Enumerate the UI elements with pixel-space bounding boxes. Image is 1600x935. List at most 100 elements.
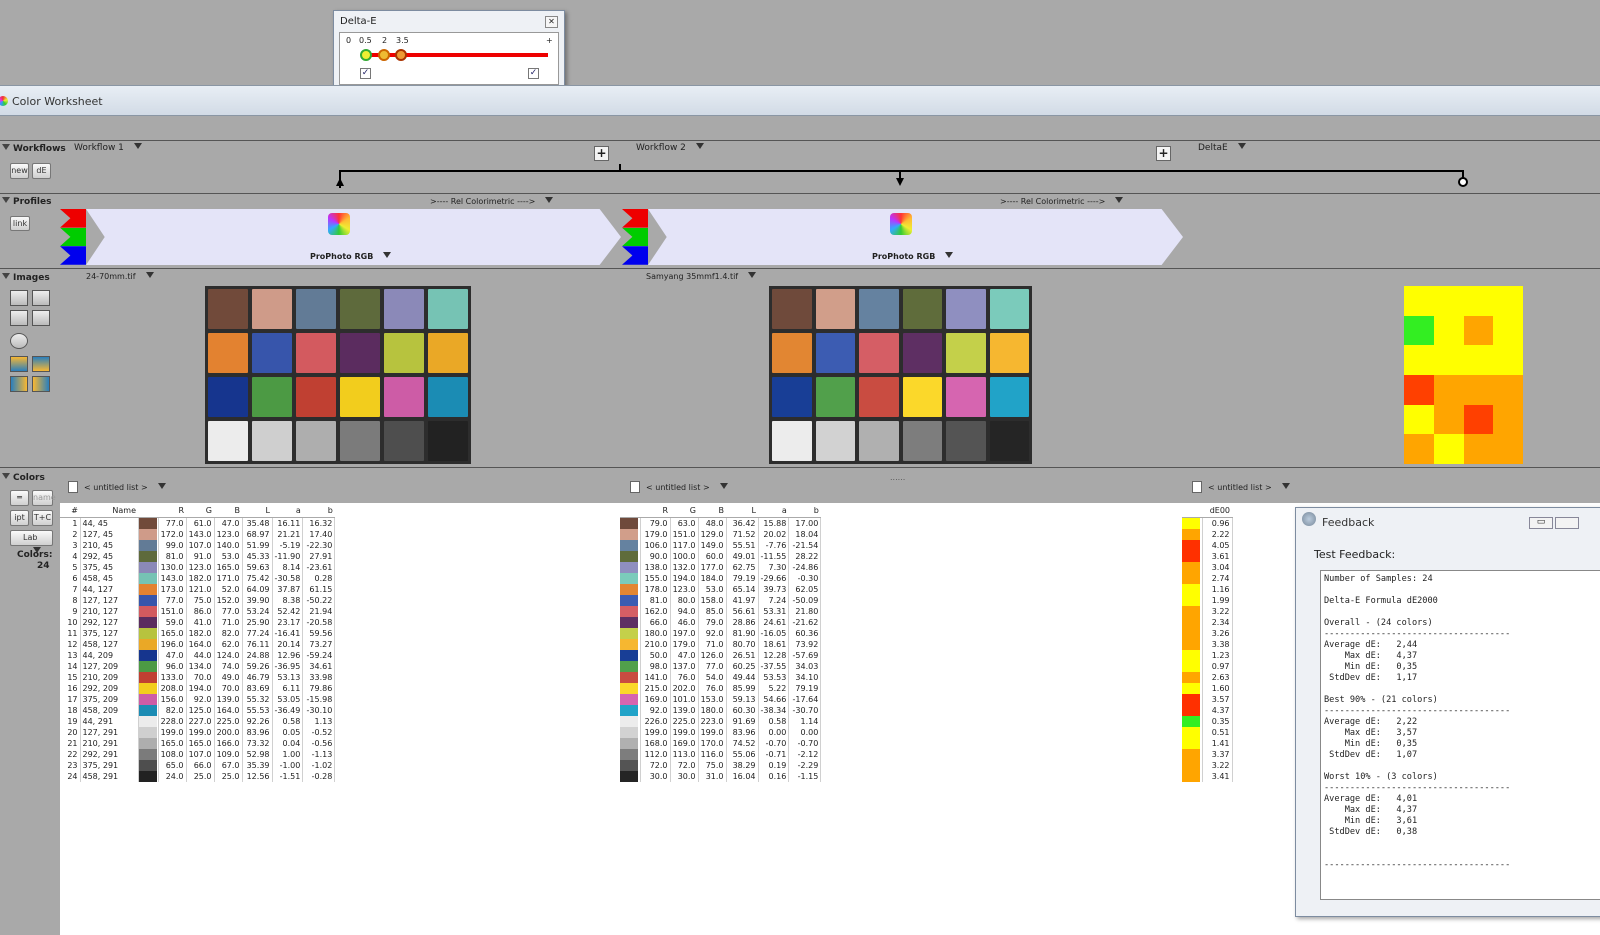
table-row[interactable]: 180.0 197.0 92.0 81.90 -16.05 60.36 [620, 627, 822, 639]
table-row[interactable]: 215.0 202.0 76.0 85.99 5.22 79.19 [620, 682, 822, 694]
table-row[interactable]: 16 292, 209 208.0 194.0 70.0 83.69 6.11 79.86 [60, 682, 336, 694]
table-row[interactable]: 50.0 47.0 126.0 26.51 12.28 -57.69 [620, 649, 822, 661]
table-row[interactable]: 90.0 100.0 60.0 49.01 -11.55 28.22 [620, 550, 822, 562]
maximize-icon[interactable] [1555, 517, 1579, 529]
image-file-dropdown-2[interactable]: Samyang 35mmf1.4.tif [646, 272, 756, 281]
table-row[interactable]: 0.35 [1182, 715, 1233, 727]
table-row[interactable]: 155.0 194.0 184.0 79.19 -29.66 -0.30 [620, 572, 822, 584]
table-row[interactable]: 4.37 [1182, 704, 1233, 716]
table-row[interactable]: 3.38 [1182, 638, 1233, 650]
workflow-1-dropdown[interactable]: Workflow 1 [74, 143, 142, 153]
table-row[interactable]: 178.0 123.0 53.0 65.14 39.73 62.05 [620, 583, 822, 595]
lab-dropdown[interactable]: Lab [10, 530, 53, 546]
table-row[interactable]: 3.41 [1182, 770, 1233, 782]
table-row[interactable]: 0.51 [1182, 726, 1233, 738]
ipt-button[interactable]: ipt [10, 510, 29, 526]
add-workflow-button[interactable]: + [594, 146, 609, 161]
close-icon[interactable]: ✕ [545, 16, 558, 28]
checkbox-left[interactable]: ✓ [360, 68, 371, 79]
color-list-dropdown-1[interactable]: < untitled list > [84, 483, 166, 492]
add-workflow-button-2[interactable]: + [1156, 146, 1171, 161]
table-row[interactable]: 226.0 225.0 223.0 91.69 0.58 1.14 [620, 715, 822, 727]
table-row[interactable]: 1.60 [1182, 682, 1233, 694]
table-row[interactable]: 3.37 [1182, 748, 1233, 760]
table-row[interactable]: 10 292, 127 59.0 41.0 71.0 25.90 23.17 -20.58 [60, 616, 336, 628]
table-row[interactable]: 92.0 139.0 180.0 60.30 -38.34 -30.70 [620, 704, 822, 716]
table-row[interactable]: 7 44, 127 173.0 121.0 52.0 64.09 37.87 61.15 [60, 583, 336, 595]
table-row[interactable]: 8 127, 127 77.0 75.0 152.0 39.90 8.38 -50.22 [60, 594, 336, 606]
table-row[interactable]: 1 44, 45 77.0 61.0 47.0 35.48 16.11 16.32 [60, 517, 336, 529]
zoom-tool-icon[interactable] [10, 310, 28, 326]
table-row[interactable]: 30.0 30.0 31.0 16.04 0.16 -1.15 [620, 770, 822, 782]
checkbox-right[interactable]: ✓ [528, 68, 539, 79]
table-row[interactable]: 21 210, 291 165.0 165.0 166.0 73.32 0.04 -0.56 [60, 737, 336, 749]
table-row[interactable]: 2 127, 45 172.0 143.0 123.0 68.97 21.21 17.40 [60, 528, 336, 540]
table-row[interactable]: 3.22 [1182, 605, 1233, 617]
table-row[interactable]: 3.22 [1182, 759, 1233, 771]
table-row[interactable]: 98.0 137.0 77.0 60.25 -37.55 34.03 [620, 660, 822, 672]
resize-grip[interactable]: ...... [890, 473, 905, 482]
workflow-2-dropdown[interactable]: Workflow 2 [636, 143, 704, 153]
de-button[interactable]: dE [32, 163, 51, 179]
workflow-deltae-dropdown[interactable]: DeltaE [1198, 143, 1246, 153]
table-row[interactable]: 22 292, 291 108.0 107.0 109.0 52.98 1.00 -1.13 [60, 748, 336, 760]
table-row[interactable]: 3.57 [1182, 693, 1233, 705]
table-row[interactable]: 20 127, 291 199.0 199.0 200.0 83.96 0.05 -0.52 [60, 726, 336, 738]
table-row[interactable]: 0.97 [1182, 660, 1233, 672]
name-view-button[interactable]: name [32, 490, 56, 506]
workflows-section-label[interactable]: Workflows [2, 144, 66, 154]
profile-dropdown-1[interactable]: ProPhoto RGB [310, 252, 391, 261]
color-checker-image-1[interactable] [205, 286, 471, 464]
image-tool-1-icon[interactable] [10, 356, 28, 372]
table-row[interactable]: 79.0 63.0 48.0 36.42 15.88 17.00 [620, 517, 822, 529]
table-row[interactable]: 169.0 101.0 153.0 59.13 54.66 -17.64 [620, 693, 822, 705]
table-row[interactable]: 3.04 [1182, 561, 1233, 573]
table-row[interactable]: 81.0 80.0 158.0 41.97 7.24 -50.09 [620, 594, 822, 606]
table-row[interactable]: 2.22 [1182, 528, 1233, 540]
table-row[interactable]: 210.0 179.0 71.0 80.70 18.61 73.92 [620, 638, 822, 650]
table-row[interactable]: 66.0 46.0 79.0 28.86 24.61 -21.62 [620, 616, 822, 628]
table-row[interactable]: 1.16 [1182, 583, 1233, 595]
table-row[interactable]: 112.0 113.0 116.0 55.06 -0.71 -2.12 [620, 748, 822, 760]
table-row[interactable]: 23 375, 291 65.0 66.0 67.0 35.39 -1.00 -1.02 [60, 759, 336, 771]
table-row[interactable]: 138.0 132.0 177.0 62.75 7.30 -24.86 [620, 561, 822, 573]
table-row[interactable]: 179.0 151.0 129.0 71.52 20.02 18.04 [620, 528, 822, 540]
color-checker-image-2[interactable] [769, 286, 1032, 464]
color-list-dropdown-2[interactable]: < untitled list > [646, 483, 728, 492]
intent-dropdown-2[interactable]: >---- Rel Colorimetric ----> [1000, 197, 1123, 206]
minimize-icon[interactable]: ▭ [1529, 517, 1553, 529]
image-tool-2-icon[interactable] [32, 356, 50, 372]
table-row[interactable]: 1.99 [1182, 594, 1233, 606]
table-row[interactable]: 15 210, 209 133.0 70.0 49.0 46.79 53.13 33.98 [60, 671, 336, 683]
table-row[interactable]: 12 458, 127 196.0 164.0 62.0 76.11 20.14 73.27 [60, 638, 336, 650]
list-view-button[interactable]: ═ [10, 490, 29, 506]
profiles-section-label[interactable]: Profiles [2, 197, 51, 207]
image-file-dropdown-1[interactable]: 24-70mm.tif [86, 272, 154, 281]
table-row[interactable]: 3.26 [1182, 627, 1233, 639]
table-row[interactable]: 9 210, 127 151.0 86.0 77.0 53.24 52.42 21.94 [60, 605, 336, 617]
table-row[interactable]: 24 458, 291 24.0 25.0 25.0 12.56 -1.51 -0.28 [60, 770, 336, 782]
table-row[interactable]: 3 210, 45 99.0 107.0 140.0 51.99 -5.19 -22.30 [60, 539, 336, 551]
intent-dropdown-1[interactable]: >---- Rel Colorimetric ----> [430, 197, 553, 206]
select-tool-icon[interactable] [32, 290, 50, 306]
tc-button[interactable]: T+C [32, 510, 53, 526]
table-row[interactable]: 168.0 169.0 170.0 74.52 -0.70 -0.70 [620, 737, 822, 749]
table-row[interactable]: 18 458, 209 82.0 125.0 164.0 55.53 -36.49 -30.1… [60, 704, 336, 716]
eyedropper-icon[interactable] [32, 310, 50, 326]
table-row[interactable]: 1.41 [1182, 737, 1233, 749]
threshold-handle-green[interactable] [360, 49, 372, 61]
table-row[interactable]: 162.0 94.0 85.0 56.61 53.31 21.80 [620, 605, 822, 617]
table-row[interactable]: 0.96 [1182, 517, 1233, 529]
table-row[interactable]: 2.74 [1182, 572, 1233, 584]
images-section-label[interactable]: Images [2, 273, 50, 283]
table-row[interactable]: 6 458, 45 143.0 182.0 171.0 75.42 -30.58 0.28 [60, 572, 336, 584]
info-icon[interactable] [10, 333, 28, 349]
table-row[interactable]: 4.05 [1182, 539, 1233, 551]
table-row[interactable]: 4 292, 45 81.0 91.0 53.0 45.33 -11.90 27.91 [60, 550, 336, 562]
image-tool-4-icon[interactable] [32, 376, 50, 392]
table-row[interactable]: 2.63 [1182, 671, 1233, 683]
colors-section-label[interactable]: Colors [2, 473, 45, 483]
table-row[interactable]: 72.0 72.0 75.0 38.29 0.19 -2.29 [620, 759, 822, 771]
table-row[interactable]: 199.0 199.0 199.0 83.96 0.00 0.00 [620, 726, 822, 738]
hand-tool-icon[interactable] [10, 290, 28, 306]
